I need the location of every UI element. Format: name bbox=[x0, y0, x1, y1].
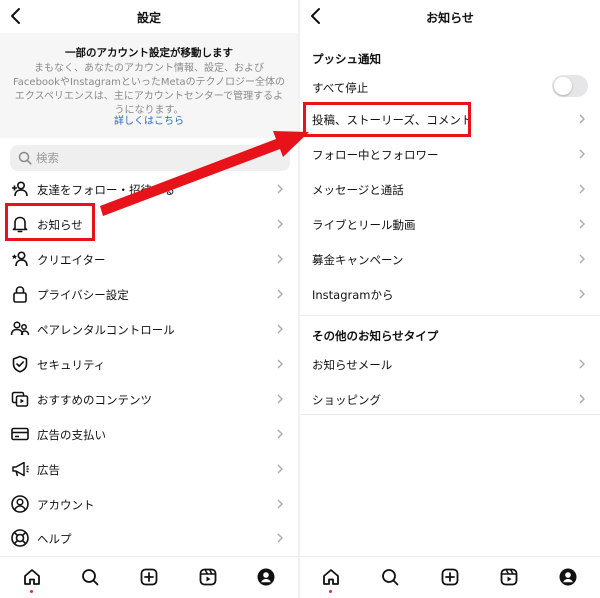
annotation-arrow bbox=[100, 131, 309, 216]
screenshot-composite: 設定 一部のアカウント設定が移動します まもなく、あなたのアカウント情報、設定、… bbox=[0, 0, 600, 598]
